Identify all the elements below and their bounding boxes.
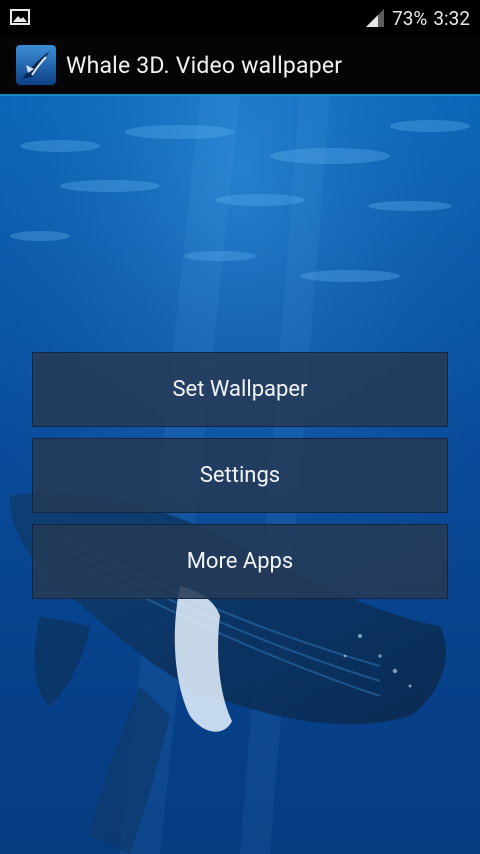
app-title: Whale 3D. Video wallpaper [66,51,343,79]
battery-percentage: 73% [392,6,428,30]
status-right: 73% 3:32 [364,0,470,36]
image-notification-icon [10,9,30,25]
settings-button[interactable]: Settings [32,438,448,513]
screen: 73% 3:32 Whale 3D. Video wallpaper Set W… [0,0,480,854]
main-menu: Set Wallpaper Settings More Apps [32,352,448,610]
settings-label: Settings [199,463,281,488]
status-bar: 73% 3:32 [0,0,480,36]
more-apps-label: More Apps [186,549,294,574]
set-wallpaper-button[interactable]: Set Wallpaper [32,352,448,427]
set-wallpaper-label: Set Wallpaper [172,377,308,402]
more-apps-button[interactable]: More Apps [32,524,448,599]
whale-app-icon[interactable] [16,45,56,85]
clock: 3:32 [433,6,470,30]
cell-signal-icon [366,9,385,27]
action-bar: Whale 3D. Video wallpaper [0,36,480,94]
